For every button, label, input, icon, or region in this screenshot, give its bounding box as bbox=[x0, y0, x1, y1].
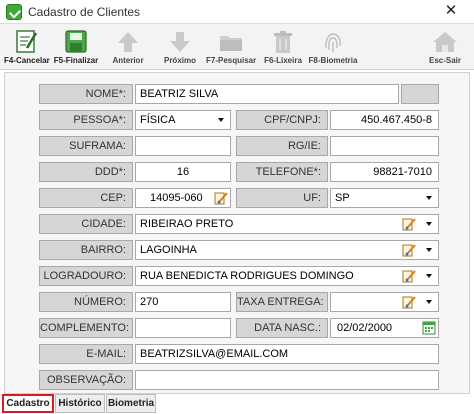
cpf-label: CPF/CNPJ: bbox=[236, 110, 328, 130]
pessoa-select[interactable]: FÍSICA bbox=[135, 110, 231, 130]
email-label: E-MAIL: bbox=[39, 344, 133, 364]
window-title: Cadastro de Clientes bbox=[28, 5, 141, 19]
cidade-label: CIDADE: bbox=[39, 214, 133, 234]
app-icon bbox=[6, 4, 22, 20]
nome-field[interactable]: BEATRIZ SILVA bbox=[135, 84, 399, 104]
cep-value: 14095-060 bbox=[150, 192, 203, 204]
suframa-label: SUFRAMA: bbox=[39, 136, 133, 156]
biometrics-button[interactable]: F8-Biometria bbox=[308, 26, 358, 68]
complemento-label: COMPLEMENTO: bbox=[39, 318, 133, 338]
finish-label: F5-Finalizar bbox=[53, 56, 99, 65]
cidade-value: RIBEIRAO PRETO bbox=[140, 218, 234, 230]
tab-cadastro[interactable]: Cadastro bbox=[2, 394, 54, 413]
exit-label: Esc-Sair bbox=[428, 56, 462, 65]
numero-label: NÚMERO: bbox=[39, 292, 133, 312]
trash-label: F6-Lixeira bbox=[264, 56, 302, 65]
calendar-icon[interactable] bbox=[422, 321, 436, 335]
bairro-select[interactable]: LAGOINHA bbox=[135, 240, 439, 260]
suframa-field[interactable] bbox=[135, 136, 231, 156]
logradouro-label: LOGRADOURO: bbox=[39, 266, 133, 286]
logradouro-select[interactable]: RUA BENEDICTA RODRIGUES DOMINGO bbox=[135, 266, 439, 286]
arrow-up-icon bbox=[118, 32, 138, 52]
uf-label: UF: bbox=[236, 188, 328, 208]
save-disk-icon bbox=[65, 30, 87, 53]
rg-label: RG/IE: bbox=[236, 136, 328, 156]
bairro-label: BAIRRO: bbox=[39, 240, 133, 260]
chevron-down-icon[interactable] bbox=[426, 300, 432, 304]
logradouro-value: RUA BENEDICTA RODRIGUES DOMINGO bbox=[140, 270, 354, 282]
cancel-button[interactable]: F4-Cancelar bbox=[4, 26, 50, 68]
trash-icon bbox=[274, 31, 292, 53]
ddd-label: DDD*: bbox=[39, 162, 133, 182]
chevron-down-icon[interactable] bbox=[426, 196, 432, 200]
observacao-field[interactable] bbox=[135, 370, 439, 390]
search-button[interactable]: F7-Pesquisar bbox=[206, 26, 256, 68]
edit-lookup-icon[interactable] bbox=[402, 243, 416, 257]
previous-label: Anterior bbox=[112, 56, 144, 65]
tab-biometria[interactable]: Biometria bbox=[106, 394, 156, 413]
title-bar: Cadastro de Clientes ✕ bbox=[0, 0, 474, 24]
cep-field[interactable]: 14095-060 bbox=[135, 188, 231, 208]
home-icon bbox=[433, 32, 457, 52]
next-button[interactable]: Próximo bbox=[160, 26, 200, 68]
uf-value: SP bbox=[335, 192, 350, 204]
edit-form-icon bbox=[16, 30, 38, 53]
rg-field[interactable] bbox=[330, 136, 439, 156]
data-nasc-field[interactable]: 02/02/2000 bbox=[330, 318, 439, 338]
folder-icon bbox=[220, 36, 242, 51]
telefone-label: TELEFONE*: bbox=[236, 162, 328, 182]
previous-button[interactable]: Anterior bbox=[108, 26, 148, 68]
pessoa-value: FÍSICA bbox=[140, 114, 176, 126]
bairro-value: LAGOINHA bbox=[140, 244, 197, 256]
nome-extra-block bbox=[401, 84, 439, 104]
form-panel: NOME*: BEATRIZ SILVA PESSOA*: FÍSICA CPF… bbox=[4, 72, 470, 394]
toolbar: F4-Cancelar F5-Finalizar Anterior Próxim… bbox=[0, 24, 474, 70]
email-field[interactable]: BEATRIZSILVA@EMAIL.COM bbox=[135, 344, 439, 364]
observacao-label: OBSERVAÇÃO: bbox=[39, 370, 133, 390]
uf-select[interactable]: SP bbox=[330, 188, 439, 208]
complemento-field[interactable] bbox=[135, 318, 231, 338]
pessoa-label: PESSOA*: bbox=[39, 110, 133, 130]
chevron-down-icon[interactable] bbox=[426, 222, 432, 226]
chevron-down-icon[interactable] bbox=[218, 118, 224, 122]
cidade-select[interactable]: RIBEIRAO PRETO bbox=[135, 214, 439, 234]
cpf-field[interactable]: 450.467.450-8 bbox=[330, 110, 439, 130]
ddd-field[interactable]: 16 bbox=[135, 162, 231, 182]
trash-button[interactable]: F6-Lixeira bbox=[262, 26, 304, 68]
chevron-down-icon[interactable] bbox=[426, 274, 432, 278]
biometrics-label: F8-Biometria bbox=[308, 56, 358, 65]
close-button[interactable]: ✕ bbox=[428, 0, 474, 24]
next-label: Próximo bbox=[163, 56, 196, 65]
finish-button[interactable]: F5-Finalizar bbox=[52, 26, 100, 68]
edit-lookup-icon[interactable] bbox=[214, 191, 228, 205]
edit-lookup-icon[interactable] bbox=[402, 217, 416, 231]
search-label: F7-Pesquisar bbox=[206, 56, 257, 65]
fingerprint-icon bbox=[325, 33, 341, 52]
data-nasc-label: DATA NASC.: bbox=[236, 318, 328, 338]
arrow-down-icon bbox=[170, 32, 190, 52]
cep-label: CEP: bbox=[39, 188, 133, 208]
cancel-label: F4-Cancelar bbox=[4, 56, 50, 65]
nome-label: NOME*: bbox=[39, 84, 133, 104]
telefone-field[interactable]: 98821-7010 bbox=[330, 162, 439, 182]
data-nasc-value: 02/02/2000 bbox=[337, 322, 393, 334]
tab-historico[interactable]: Histórico bbox=[55, 394, 105, 413]
chevron-down-icon[interactable] bbox=[426, 248, 432, 252]
exit-button[interactable]: Esc-Sair bbox=[424, 26, 466, 68]
edit-lookup-icon[interactable] bbox=[402, 269, 416, 283]
edit-lookup-icon[interactable] bbox=[402, 295, 416, 309]
taxa-label: TAXA ENTREGA: bbox=[236, 292, 328, 312]
taxa-select[interactable] bbox=[330, 292, 439, 312]
numero-field[interactable]: 270 bbox=[135, 292, 231, 312]
